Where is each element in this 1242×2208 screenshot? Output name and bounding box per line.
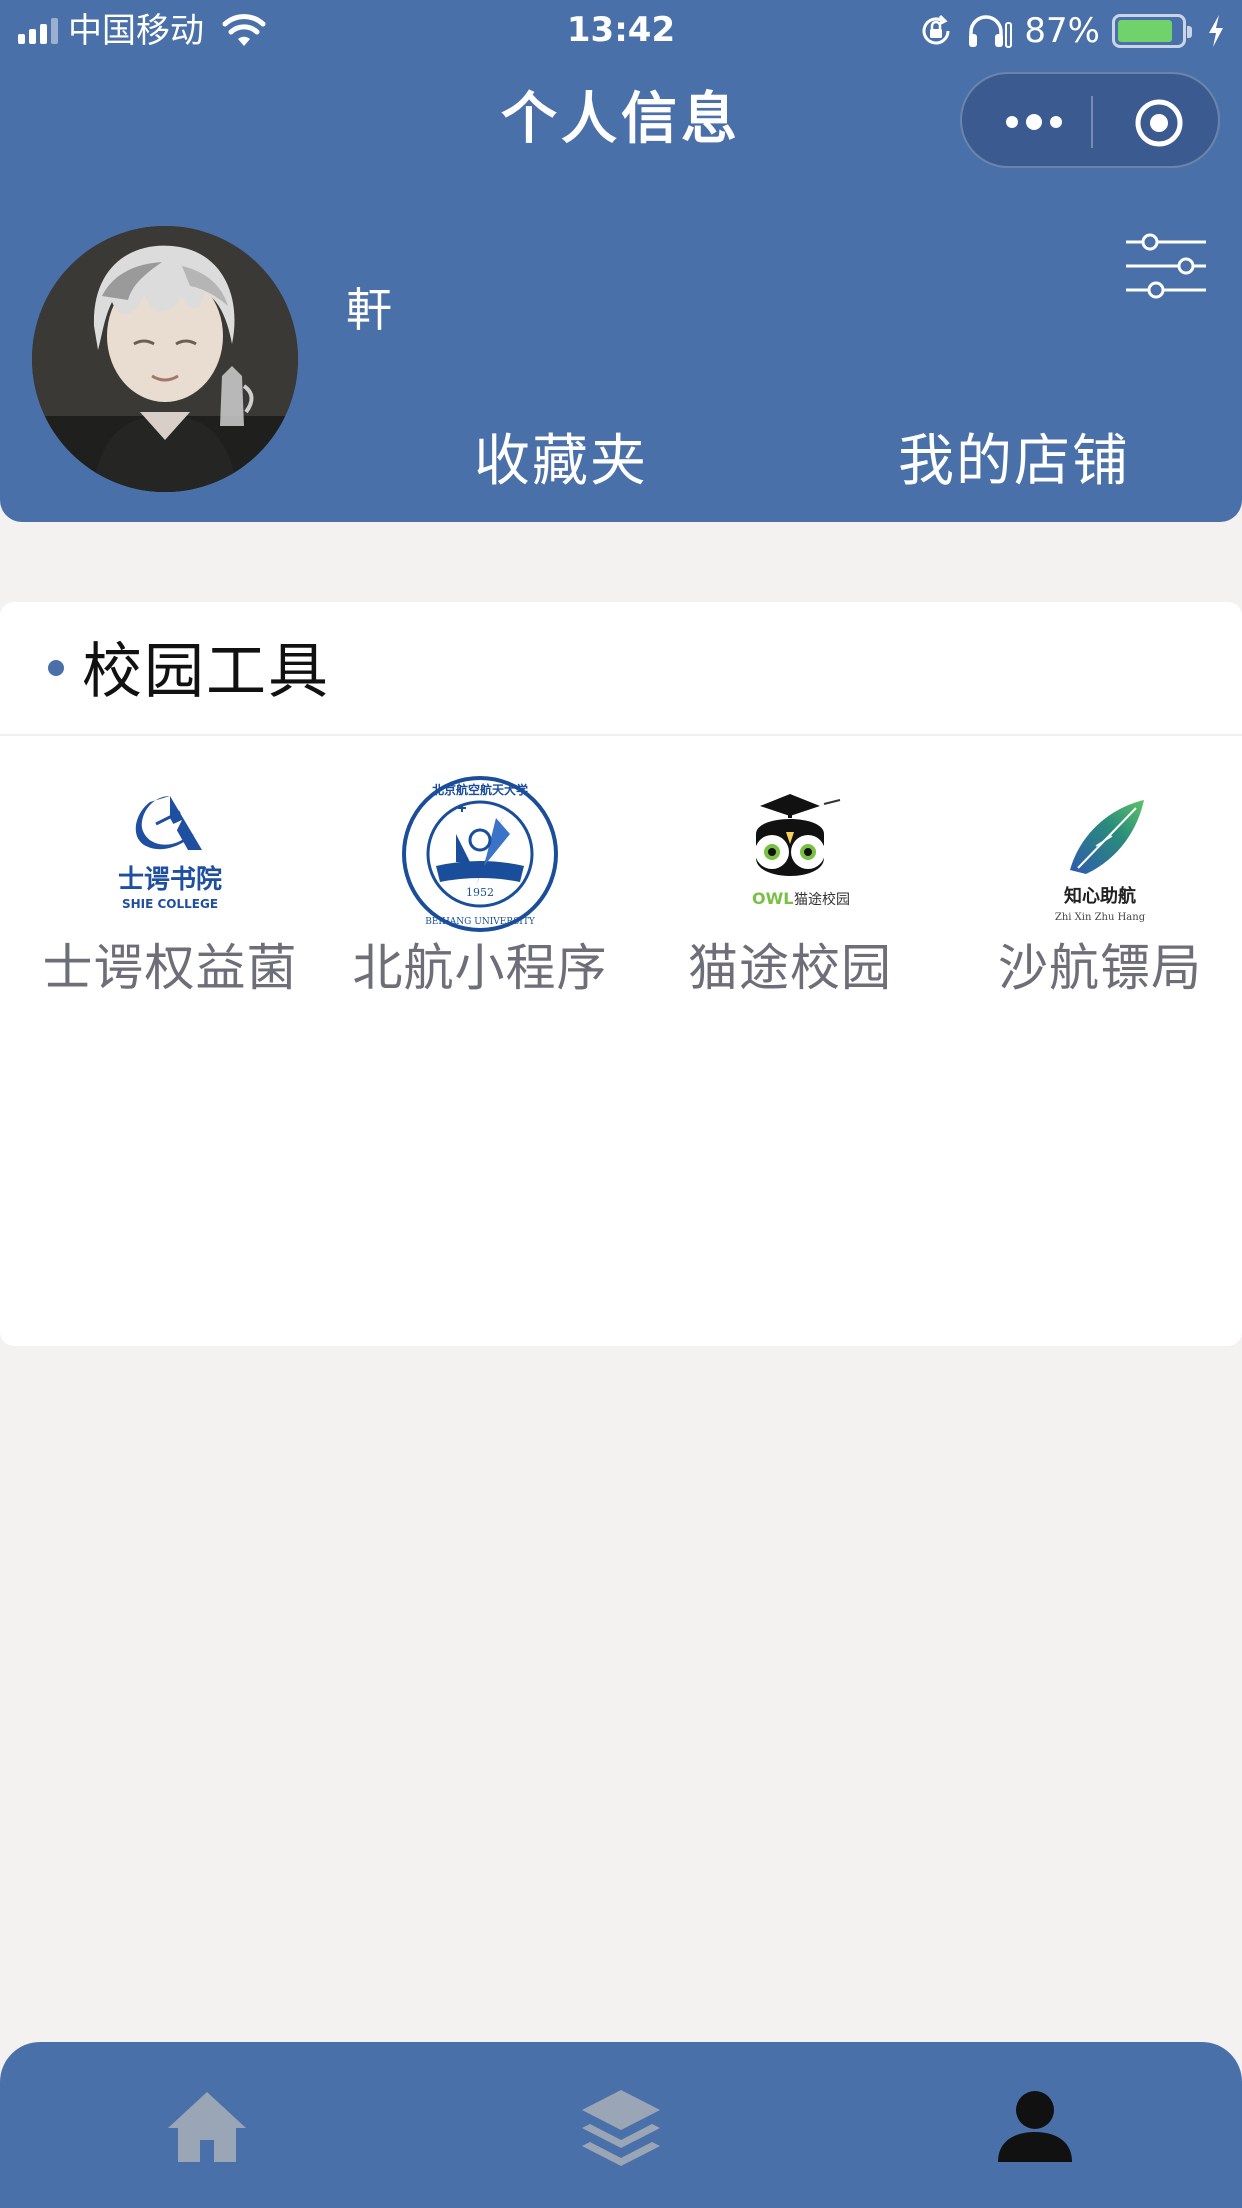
avatar-image — [32, 226, 298, 492]
status-bar: 中国移动 13:42 87% — [0, 0, 1242, 62]
logo-subtext: SHIE COLLEGE — [122, 897, 218, 911]
capsule-divider — [1091, 96, 1093, 148]
tool-label: 士谔权益菌 — [42, 939, 298, 997]
logo-text: 知心助航 — [1064, 885, 1136, 907]
bullet-dot — [48, 660, 64, 676]
my-shop-link[interactable]: 我的店铺 — [898, 426, 1130, 498]
logo-text: 士谔书院 — [118, 864, 222, 895]
home-icon[interactable] — [162, 2082, 252, 2172]
charging-icon — [1209, 15, 1223, 47]
tool-item-shie[interactable]: 士谔书院 SHIE COLLEGE 士谔权益菌 — [20, 774, 320, 997]
logo-text: 猫途校园 — [794, 891, 850, 908]
shie-college-logo-icon: 士谔书院 SHIE COLLEGE — [118, 796, 222, 911]
battery-icon — [1112, 14, 1192, 48]
tool-label: 沙航镖局 — [998, 939, 1202, 997]
logo-year: 1952 — [466, 886, 494, 899]
bottom-tab-bar — [0, 2042, 1242, 2208]
layers-icon[interactable] — [576, 2082, 666, 2172]
rotation-lock-icon — [922, 14, 950, 45]
logo-text: 北京航空航天大学 — [432, 782, 528, 797]
favorites-link[interactable]: 收藏夹 — [474, 426, 648, 498]
filter-sliders-icon[interactable] — [1124, 230, 1208, 302]
beihang-seal-icon: 1952 北京航空航天大学 BEIHANG UNIVERSITY — [402, 776, 558, 932]
more-dots-icon[interactable] — [1002, 110, 1066, 134]
logo-subtext: BEIHANG UNIVERSITY — [425, 917, 536, 927]
owl-logo-icon: OWL 猫途校园 — [752, 794, 850, 908]
card-header: 校园工具 — [0, 602, 1242, 736]
logo-subtext: Zhi Xin Zhu Hang — [1055, 912, 1146, 923]
status-right: 87% — [918, 10, 1226, 52]
tool-label: 北航小程序 — [352, 939, 608, 997]
tool-item-owl[interactable]: OWL 猫途校园 猫途校园 — [640, 774, 940, 997]
battery-percent: 87% — [1024, 11, 1100, 51]
tool-label: 猫途校园 — [688, 939, 892, 997]
tool-item-beihang[interactable]: 1952 北京航空航天大学 BEIHANG UNIVERSITY 北航小程序 — [330, 774, 630, 997]
user-icon[interactable] — [990, 2082, 1080, 2172]
mini-program-capsule — [960, 72, 1220, 168]
close-target-icon[interactable] — [1134, 98, 1184, 148]
card-title: 校园工具 — [82, 637, 330, 707]
headphones-icon — [969, 15, 1013, 48]
tool-item-zhixin[interactable]: 知心助航 Zhi Xin Zhu Hang 沙航镖局 — [950, 774, 1242, 997]
profile-header: 中国移动 13:42 87% 个人信息 軒 收藏夹 我的店铺 — [0, 0, 1242, 522]
logo-subtext: OWL — [752, 889, 793, 908]
username: 軒 — [346, 283, 392, 337]
campus-tools-card: 校园工具 士谔书院 SHIE COLLEGE 士谔权益菌 1952 北京航空航天… — [0, 602, 1242, 1346]
zhixin-kite-logo-icon: 知心助航 Zhi Xin Zhu Hang — [1055, 800, 1146, 923]
avatar[interactable] — [32, 226, 298, 492]
